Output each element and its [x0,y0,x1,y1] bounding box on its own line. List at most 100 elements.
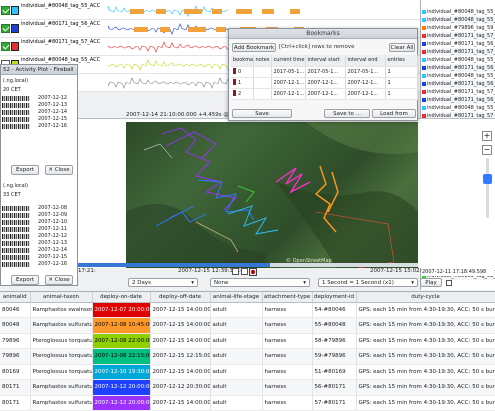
export-button[interactable]: Export [11,165,39,175]
bookmark-column-header[interactable]: bookmark # [231,55,254,67]
table-row[interactable]: 80171 Ramphastos sulfuratus 2007-12-12 20… [0,395,495,411]
table-row[interactable]: 80046 Ramphastos swainsonii 2007-12-07 20… [0,302,495,318]
activity-date: 2007-12-11 [38,226,68,232]
bookmark-icon [233,79,236,85]
table-row[interactable]: 79896 Pteroglossus torquatus 2007-12-08 2… [0,348,495,365]
activity-row: 2007-12-15 [2,254,74,261]
track-visible-checkbox[interactable] [1,42,10,51]
range-days-select[interactable]: 2 Days ▾ [128,278,198,287]
track-signal [108,77,228,89]
stream-list-item[interactable]: individual_#80171_tag_56_Headin [421,64,495,72]
stream-color-swatch [422,57,426,62]
stream-label: individual_#80171_tag_57_Tempe [427,89,495,95]
stream-color-swatch [422,9,426,14]
close-button[interactable]: ✕ Close [45,165,73,175]
play-button[interactable]: Play [420,278,442,287]
prev-frame-button[interactable] [232,268,239,275]
stream-list-item[interactable]: individual_#80171_tag_56_Height [421,96,495,104]
stream-list-item[interactable]: individual_#80048_tag_55_Headin [421,8,495,16]
table-column-header[interactable]: attachment-type [262,292,313,303]
track-color-swatch[interactable] [11,6,19,15]
bookmark-column-header[interactable]: interval end [345,55,386,67]
clear-all-button[interactable]: Clear All [389,43,415,52]
bookmark-row[interactable]: 0 2017-05-1... 2017-05-1... 2017-05-1...… [231,66,418,78]
next-frame-button[interactable] [241,268,248,275]
activity-bar [160,27,170,32]
activity-bar [156,9,166,14]
bookmark-column-header[interactable]: entries [385,55,418,67]
add-bookmark-button[interactable]: Add Bookmark [232,43,276,52]
stream-list-item[interactable]: individual_#79896_tag_59_Headin [421,24,495,32]
table-column-header[interactable]: deployment-id [312,292,357,303]
track-signal [108,5,228,17]
activity-strip [2,103,30,108]
table-row[interactable]: 80048 Ramphastos sulfuratus 2007-12-08 10… [0,317,495,334]
table-row[interactable]: 80169 Pteroglossus torquatus 2007-12-10 1… [0,364,495,380]
stream-label: individual_#80048_tag_55_Tempe [427,17,495,23]
stream-list-item[interactable]: individual_#80171_tag_57_Tempe [421,88,495,96]
load-from-button[interactable]: Load from [372,109,416,118]
activity-bar [236,9,252,14]
record-button[interactable] [249,268,257,276]
bookmark-column-header[interactable]: notes [253,55,272,67]
zoom-slider-handle[interactable] [483,174,492,184]
table-column-header[interactable]: deploy-off-date [150,292,211,303]
table-row[interactable]: 79896 Pteroglossus torquatus 2007-12-08 2… [0,333,495,349]
zoom-slider[interactable] [486,158,489,218]
map-tracks-svg: © OpenStreetMap [126,122,418,268]
track-caption: individual_#80171_tag_57_ACC [21,39,101,45]
stream-list-item[interactable]: individual_#80048_tag_55_Battery [421,56,495,64]
table-column-header[interactable]: deploy-on-date [92,292,151,303]
table-column-header[interactable]: duty-cycle [356,292,495,303]
save-button[interactable]: Save [232,109,292,118]
stream-list-item[interactable]: individual_#80048_tag_55_Height [421,72,495,80]
table-column-header[interactable]: animal-life-stage [210,292,263,303]
track-color-swatch[interactable] [11,24,19,33]
stream-list-item[interactable]: individual_#80171_tag_57_Speed [421,32,495,40]
bookmark-row[interactable]: 1 2007-12-1... 2007-12-1... 2007-12-1...… [231,77,418,89]
overlay-select[interactable]: None ▾ [210,278,310,287]
bookmark-icon [233,90,236,96]
track-visible-checkbox[interactable] [1,24,10,33]
track-visible-checkbox[interactable] [1,6,10,15]
stream-list-item[interactable]: individual_#80171_tag_57_Height [421,48,495,56]
bookmark-column-header[interactable]: interval start [305,55,346,67]
chevron-down-icon: ▾ [411,280,414,286]
satellite-map[interactable]: © OpenStreetMap [126,122,418,268]
stream-color-swatch [422,81,426,86]
activity-row: 2007-12-08 [2,205,74,212]
stream-label: individual_#80171_tag_56_Tempe [427,41,495,47]
track-caption: individual_#80171_tag_56_ACC [21,21,101,27]
close-icon: ✕ [48,277,53,283]
close-button-2[interactable]: ✕ Close [45,275,73,285]
loop-checkbox[interactable] [446,280,452,286]
activity-strip [2,96,30,101]
save-to-button[interactable]: Save to ... [324,109,370,118]
activity-bar [216,27,226,32]
playback-speed-select[interactable]: 1 Second = 1 Second (x1) ▾ [318,278,418,287]
zoom-in-button[interactable]: + [482,131,492,141]
bookmarks-table: bookmark #notescurrent timeinterval star… [231,55,418,100]
bookmark-row[interactable]: 2 2007-12-1... 2007-12-1... 2007-12-1...… [231,88,418,100]
bookmarks-dialog: Bookmarks Add Bookmark [Ctrl+click] rows… [228,28,418,121]
activity-bar [290,9,300,14]
stream-color-swatch [422,17,426,22]
stream-label: individual_#80171_tag_56_Speed [427,81,495,87]
stream-list-item[interactable]: individual_#80048_tag_55_Speed [421,104,495,112]
activity-bar [262,9,274,14]
table-column-header[interactable]: animalid [0,292,31,303]
table-column-header[interactable]: animal-taxon [30,292,93,303]
track-signal [108,59,228,71]
bookmark-column-header[interactable]: current time [271,55,306,67]
zoom-out-button[interactable]: − [482,145,492,155]
track-color-swatch[interactable] [11,42,19,51]
stream-list-item[interactable]: individual_#80048_tag_55_Tempe [421,16,495,24]
stream-list-item[interactable]: individual_#80171_tag_56_Tempe [421,40,495,48]
activity-unit-label: (.ng.local) [3,78,29,84]
activity-date: 2007-12-16 [38,123,68,129]
stream-label: individual_#80171_tag_57_Height [427,49,495,55]
stream-list-item[interactable]: individual_#80171_tag_56_Speed [421,80,495,88]
table-row[interactable]: 80171 Ramphastos sulfuratus 2007-12-12 20… [0,379,495,396]
activity-date: 2007-12-13 [38,102,68,108]
export-button-2[interactable]: Export [11,275,39,285]
